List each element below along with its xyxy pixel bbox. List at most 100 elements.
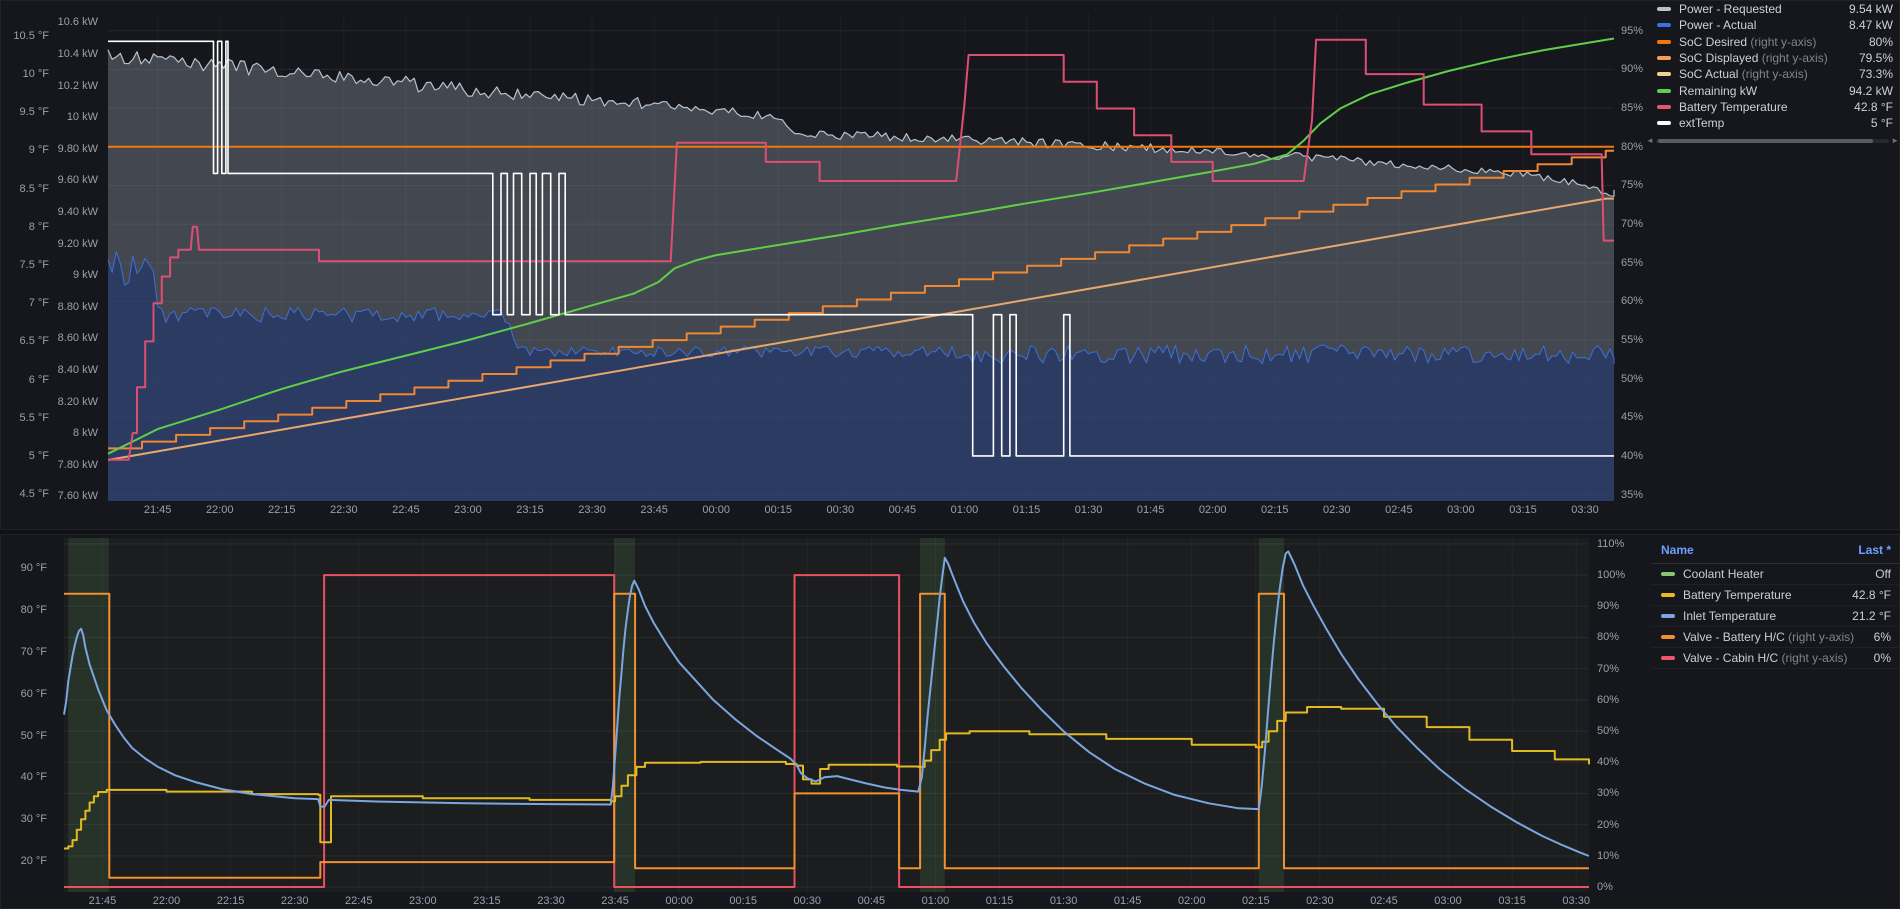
series-label[interactable]: Valve - Battery H/C (right y-axis) bbox=[1683, 630, 1874, 644]
legend-item-exttemp[interactable]: extTemp 5 °F bbox=[1649, 115, 1899, 131]
axis-hint: (right y-axis) bbox=[1758, 51, 1827, 65]
legend-item-soc-actual[interactable]: SoC Actual (right y-axis)73.3% bbox=[1649, 66, 1899, 82]
x-axis-time-tick: 02:30 bbox=[1323, 504, 1351, 516]
y-axis-pct-tick: 50% bbox=[1597, 725, 1619, 737]
x-axis-time-tick: 00:30 bbox=[827, 504, 855, 516]
scroll-right-icon[interactable]: ► bbox=[1891, 136, 1899, 146]
x-axis-time-tick: 00:00 bbox=[702, 504, 730, 516]
y-axis-kw-tick: 9.40 kW bbox=[53, 206, 98, 218]
y-axis-kw-tick: 8.80 kW bbox=[53, 301, 98, 313]
series-label[interactable]: Battery Temperature bbox=[1683, 588, 1852, 602]
series-label[interactable]: Inlet Temperature bbox=[1683, 609, 1852, 623]
y-axis-pct-tick: 20% bbox=[1597, 819, 1619, 831]
x-axis-time-tick: 02:45 bbox=[1385, 504, 1413, 516]
x-axis-time-tick: 02:15 bbox=[1261, 504, 1289, 516]
series-last-value: 0% bbox=[1874, 651, 1891, 665]
charging-chart[interactable] bbox=[1, 1, 1900, 531]
series-last-value: Off bbox=[1875, 567, 1891, 581]
x-axis-time-tick: 23:15 bbox=[473, 895, 501, 907]
axis-hint: (right y-axis) bbox=[1747, 35, 1816, 49]
y-axis-kw-tick: 10 kW bbox=[53, 111, 98, 123]
series-label[interactable]: Coolant Heater bbox=[1683, 567, 1875, 581]
y-axis-kw-tick: 8.40 kW bbox=[53, 364, 98, 376]
y-axis-pct-tick: 55% bbox=[1621, 334, 1643, 346]
x-axis-time-tick: 22:30 bbox=[330, 504, 358, 516]
x-axis-time-tick: 21:45 bbox=[144, 504, 172, 516]
y-axis-kw-tick: 8.20 kW bbox=[53, 396, 98, 408]
series-label[interactable]: SoC Displayed (right y-axis) bbox=[1679, 51, 1853, 65]
x-axis-time-tick: 03:30 bbox=[1562, 895, 1590, 907]
x-axis-time-tick: 01:00 bbox=[922, 895, 950, 907]
series-last-value: 8.47 kW bbox=[1849, 18, 1893, 32]
legend-item-battery-temperature[interactable]: Battery Temperature42.8 °F bbox=[1651, 585, 1899, 606]
series-label[interactable]: Battery Temperature bbox=[1679, 100, 1848, 114]
legend-item-coolant-heater[interactable]: Coolant HeaterOff bbox=[1651, 564, 1899, 585]
y-axis-f-tick: 7 °F bbox=[1, 297, 49, 309]
x-axis-time-tick: 01:15 bbox=[1013, 504, 1041, 516]
x-axis-time-tick: 23:00 bbox=[409, 895, 437, 907]
scroll-left-icon[interactable]: ◄ bbox=[1646, 136, 1654, 146]
legend-item-soc-desired[interactable]: SoC Desired (right y-axis)80% bbox=[1649, 34, 1899, 50]
y-axis-f-tick: 6.5 °F bbox=[1, 335, 49, 347]
y-axis-f-tick: 9.5 °F bbox=[1, 106, 49, 118]
y-axis-pct-tick: 60% bbox=[1621, 295, 1643, 307]
y-axis-f-tick: 6 °F bbox=[1, 374, 49, 386]
series-color-swatch bbox=[1657, 105, 1671, 109]
series-label[interactable]: Remaining kW bbox=[1679, 84, 1843, 98]
y-axis-f-tick: 10.5 °F bbox=[1, 30, 49, 42]
scrollbar-thumb[interactable] bbox=[1658, 139, 1873, 143]
x-axis-time-tick: 22:00 bbox=[153, 895, 181, 907]
legend-item-power-requested[interactable]: Power - Requested 9.54 kW bbox=[1649, 1, 1899, 17]
series-color-swatch bbox=[1661, 635, 1675, 639]
legend-header-last[interactable]: Last * bbox=[1858, 543, 1891, 557]
series-label[interactable]: SoC Actual (right y-axis) bbox=[1679, 67, 1853, 81]
series-color-swatch bbox=[1661, 572, 1675, 576]
y-axis-f-tick: 90 °F bbox=[1, 562, 47, 574]
x-axis-time-tick: 22:30 bbox=[281, 895, 309, 907]
series-last-value: 21.2 °F bbox=[1852, 609, 1891, 623]
charging-legend: Power - Requested 9.54 kW Power - Actual 8.… bbox=[1649, 1, 1899, 131]
x-axis-time-tick: 23:45 bbox=[640, 504, 668, 516]
y-axis-kw-tick: 10.2 kW bbox=[53, 80, 98, 92]
y-axis-pct-tick: 60% bbox=[1597, 694, 1619, 706]
legend-header-name[interactable]: Name bbox=[1661, 543, 1694, 557]
y-axis-kw-tick: 9 kW bbox=[53, 269, 98, 281]
series-last-value: 5 °F bbox=[1871, 116, 1893, 130]
series-last-value: 42.8 °F bbox=[1854, 100, 1893, 114]
y-axis-f-tick: 70 °F bbox=[1, 646, 47, 658]
legend-item-valve-battery-h-c[interactable]: Valve - Battery H/C (right y-axis)6% bbox=[1651, 627, 1899, 648]
y-axis-pct-tick: 70% bbox=[1621, 218, 1643, 230]
x-axis-time-tick: 01:00 bbox=[951, 504, 979, 516]
series-last-value: 94.2 kW bbox=[1849, 84, 1893, 98]
series-label[interactable]: Power - Actual bbox=[1679, 18, 1843, 32]
y-axis-f-tick: 80 °F bbox=[1, 604, 47, 616]
x-axis-time-tick: 02:15 bbox=[1242, 895, 1270, 907]
series-label[interactable]: Power - Requested bbox=[1679, 2, 1843, 16]
y-axis-pct-tick: 40% bbox=[1597, 756, 1619, 768]
x-axis-time-tick: 03:30 bbox=[1571, 504, 1599, 516]
legend-item-battery-temperature[interactable]: Battery Temperature 42.8 °F bbox=[1649, 99, 1899, 115]
legend-item-power-actual[interactable]: Power - Actual 8.47 kW bbox=[1649, 17, 1899, 33]
x-axis-time-tick: 22:15 bbox=[268, 504, 296, 516]
x-axis-time-tick: 03:15 bbox=[1509, 504, 1537, 516]
series-last-value: 9.54 kW bbox=[1849, 2, 1893, 16]
series-label[interactable]: SoC Desired (right y-axis) bbox=[1679, 35, 1863, 49]
legend-item-soc-displayed[interactable]: SoC Displayed (right y-axis)79.5% bbox=[1649, 50, 1899, 66]
y-axis-pct-tick: 50% bbox=[1621, 373, 1643, 385]
y-axis-kw-tick: 7.80 kW bbox=[53, 459, 98, 471]
legend-item-remaining-kw[interactable]: Remaining kW 94.2 kW bbox=[1649, 82, 1899, 98]
legend-item-inlet-temperature[interactable]: Inlet Temperature21.2 °F bbox=[1651, 606, 1899, 627]
x-axis-time-tick: 00:45 bbox=[889, 504, 917, 516]
y-axis-pct-tick: 40% bbox=[1621, 450, 1643, 462]
y-axis-pct-tick: 110% bbox=[1597, 538, 1624, 550]
series-label[interactable]: extTemp bbox=[1679, 116, 1865, 130]
legend-scrollbar[interactable]: ◄ ► bbox=[1646, 136, 1899, 146]
y-axis-f-tick: 40 °F bbox=[1, 771, 47, 783]
y-axis-pct-tick: 80% bbox=[1621, 141, 1643, 153]
y-axis-f-tick: 30 °F bbox=[1, 813, 47, 825]
x-axis-time-tick: 03:00 bbox=[1434, 895, 1462, 907]
legend-item-valve-cabin-h-c[interactable]: Valve - Cabin H/C (right y-axis)0% bbox=[1651, 648, 1899, 669]
x-axis-time-tick: 23:30 bbox=[578, 504, 606, 516]
x-axis-time-tick: 01:45 bbox=[1114, 895, 1142, 907]
series-label[interactable]: Valve - Cabin H/C (right y-axis) bbox=[1683, 651, 1874, 665]
